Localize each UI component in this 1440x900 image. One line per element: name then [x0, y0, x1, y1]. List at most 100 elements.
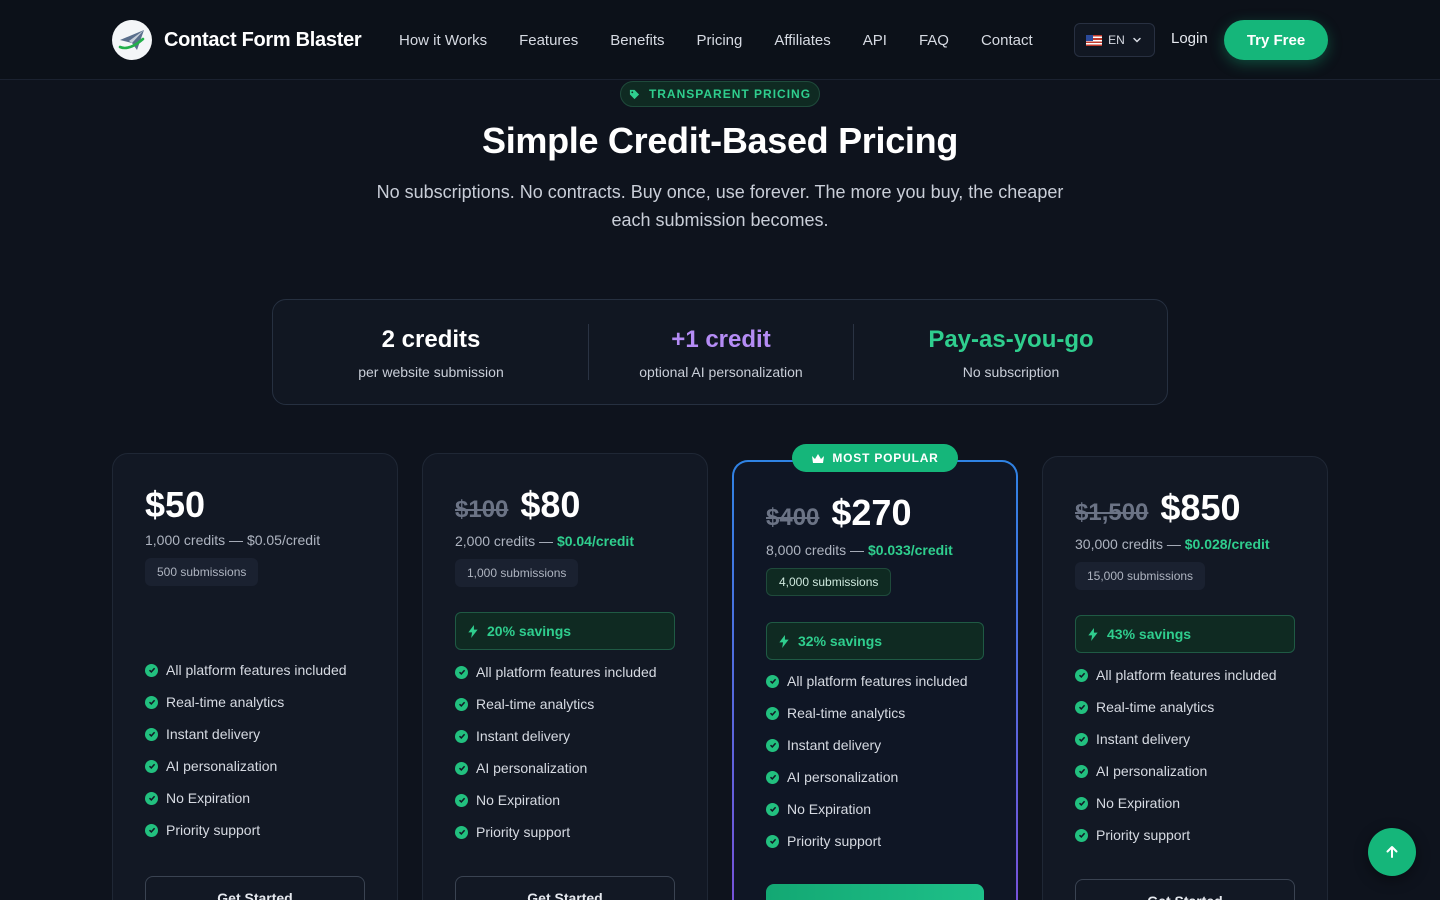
scroll-to-top-button[interactable]	[1368, 828, 1416, 876]
paper-plane-logo-icon	[112, 20, 152, 60]
savings-label: 43% savings	[1107, 626, 1192, 642]
per-credit-price: $0.05/credit	[246, 532, 321, 548]
nav-link-benefits[interactable]: Benefits	[610, 32, 664, 49]
price-row: $400 $270	[766, 492, 911, 534]
feature-list: All platform features included Real-time…	[1075, 659, 1277, 851]
check-circle-icon	[1075, 700, 1088, 714]
feature-label: No Expiration	[1096, 795, 1181, 811]
stat-ai-personalization: +1 credit optional AI personalization	[607, 324, 835, 380]
stat-pay-as-you-go: Pay-as-you-go No subscription	[883, 324, 1139, 380]
most-popular-badge: MOST POPULAR	[792, 444, 958, 472]
feature-label: Real-time analytics	[787, 705, 906, 721]
feature-label: Real-time analytics	[476, 696, 595, 712]
price-row: $100 $80	[455, 484, 580, 526]
check-circle-icon	[145, 823, 158, 837]
price-row: $50	[145, 484, 205, 526]
per-credit-price: $0.028/credit	[1184, 536, 1270, 552]
crown-icon	[812, 453, 825, 463]
get-started-button[interactable]: Get Started	[455, 876, 675, 900]
check-circle-icon	[766, 706, 779, 720]
stat-label: per website submission	[358, 364, 504, 380]
nav-link-pricing[interactable]: Pricing	[696, 32, 742, 49]
plan-price: $50	[145, 484, 206, 525]
get-started-button[interactable]: Get Started	[145, 876, 365, 900]
feature-item: All platform features included	[455, 656, 657, 688]
feature-label: All platform features included	[787, 673, 968, 689]
feature-label: AI personalization	[476, 760, 588, 776]
stat-divider	[853, 324, 854, 380]
pricing-card-pro: $400 $270 8,000 credits — $0.033/credit …	[732, 460, 1018, 900]
nav-link-faq[interactable]: FAQ	[919, 32, 949, 49]
feature-item: Real-time analytics	[145, 686, 347, 718]
nav-link-api[interactable]: API	[863, 32, 887, 49]
nav-link-features[interactable]: Features	[519, 32, 578, 49]
plan-credits: 30,000 credits — $0.028/credit	[1075, 536, 1270, 552]
check-circle-icon	[455, 729, 468, 743]
savings-label: 20% savings	[487, 623, 572, 639]
plan-credits: 8,000 credits — $0.033/credit	[766, 542, 953, 558]
feature-label: All platform features included	[476, 664, 657, 680]
feature-label: Priority support	[476, 824, 571, 840]
feature-item: Instant delivery	[455, 720, 657, 752]
submissions-badge: 1,000 submissions	[455, 559, 579, 587]
feature-label: All platform features included	[166, 662, 347, 678]
nav-link-how-it-works[interactable]: How it Works	[399, 32, 487, 49]
feature-item: Instant delivery	[766, 729, 968, 761]
per-credit-price: $0.04/credit	[556, 533, 634, 549]
check-circle-icon	[1075, 796, 1088, 810]
plan-price: $270	[831, 492, 912, 533]
check-circle-icon	[1075, 828, 1088, 842]
check-circle-icon	[766, 770, 779, 784]
feature-item: AI personalization	[145, 750, 347, 782]
feature-item: AI personalization	[455, 752, 657, 784]
feature-label: Priority support	[166, 822, 261, 838]
arrow-up-icon	[1386, 846, 1398, 858]
chevron-down-icon	[1133, 37, 1141, 43]
brand-logo[interactable]: Contact Form Blaster	[112, 20, 362, 60]
check-circle-icon	[1075, 764, 1088, 778]
check-circle-icon	[455, 793, 468, 807]
get-started-button[interactable]: Get Started	[1075, 879, 1295, 900]
feature-item: No Expiration	[1075, 787, 1277, 819]
feature-label: Instant delivery	[1096, 731, 1191, 747]
plan-original-price: $1,500	[1075, 499, 1149, 526]
feature-list: All platform features included Real-time…	[766, 665, 968, 857]
feature-item: No Expiration	[145, 782, 347, 814]
feature-label: Instant delivery	[166, 726, 261, 742]
feature-label: Priority support	[787, 833, 882, 849]
nav-link-affiliates[interactable]: Affiliates	[774, 32, 830, 49]
feature-item: Priority support	[1075, 819, 1277, 851]
submissions-badge: 4,000 submissions	[766, 568, 892, 596]
savings-badge: 43% savings	[1075, 615, 1295, 653]
plan-price: $850	[1160, 487, 1241, 528]
check-circle-icon	[766, 674, 779, 688]
bolt-icon	[779, 634, 789, 648]
check-circle-icon	[145, 727, 158, 741]
savings-badge: 32% savings	[766, 622, 984, 660]
savings-label: 32% savings	[798, 633, 883, 649]
check-circle-icon	[766, 738, 779, 752]
check-circle-icon	[766, 834, 779, 848]
get-started-button-primary[interactable]: Get Started	[766, 884, 984, 900]
pill-label: TRANSPARENT PRICING	[648, 87, 812, 101]
check-circle-icon	[1075, 668, 1088, 682]
try-free-button[interactable]: Try Free	[1224, 20, 1328, 60]
nav-link-contact[interactable]: Contact	[981, 32, 1033, 49]
login-link[interactable]: Login	[1171, 30, 1208, 47]
check-circle-icon	[145, 695, 158, 709]
feature-label: No Expiration	[166, 790, 251, 806]
feature-item: Real-time analytics	[455, 688, 657, 720]
feature-label: Priority support	[1096, 827, 1191, 843]
feature-label: All platform features included	[1096, 667, 1277, 683]
tag-icon	[629, 89, 640, 99]
check-circle-icon	[145, 791, 158, 805]
feature-item: AI personalization	[766, 761, 968, 793]
plan-credits: 2,000 credits — $0.04/credit	[455, 533, 634, 549]
feature-list: All platform features included Real-time…	[145, 654, 347, 846]
stat-value: Pay-as-you-go	[928, 326, 1094, 353]
stat-value: 2 credits	[381, 326, 481, 353]
feature-item: Instant delivery	[1075, 723, 1277, 755]
language-code: EN	[1108, 33, 1125, 47]
credits-amount: 1,000 credits —	[145, 532, 247, 548]
language-selector[interactable]: EN	[1074, 23, 1155, 57]
